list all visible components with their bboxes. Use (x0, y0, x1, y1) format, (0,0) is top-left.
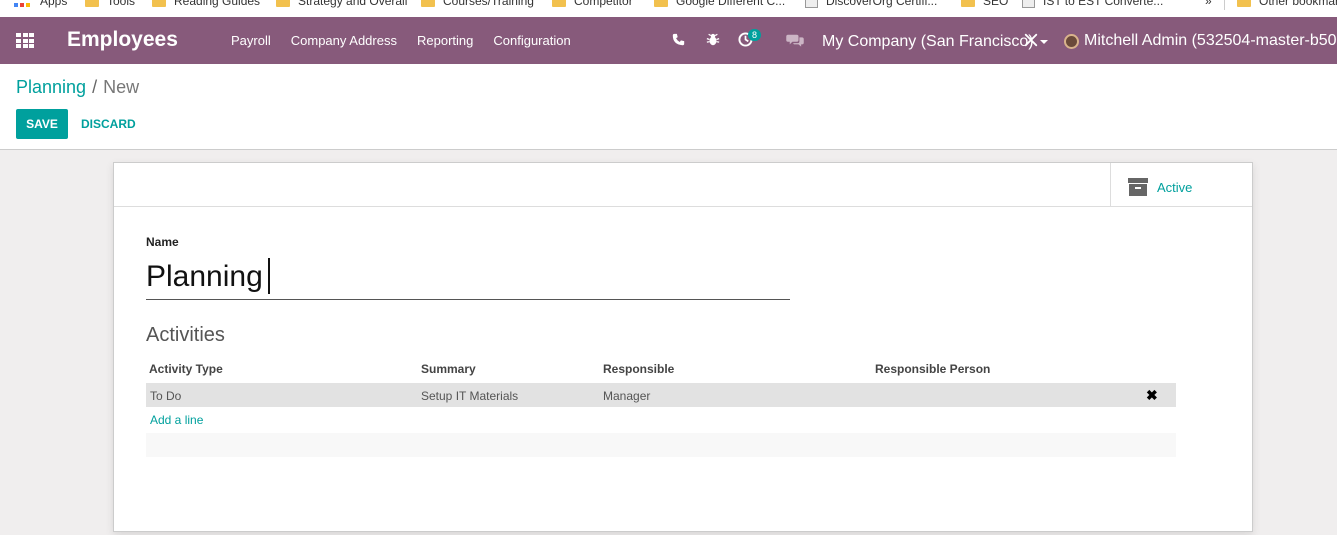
menu-company-address[interactable]: Company Address (291, 33, 397, 48)
cell-summary[interactable]: Setup IT Materials (421, 389, 518, 403)
main-navbar: Employees Payroll Company Address Report… (0, 17, 1337, 64)
bookmark-google[interactable]: Google Different C... (654, 0, 785, 8)
archive-icon (1128, 178, 1148, 196)
user-menu[interactable]: Mitchell Admin (532504-master-b5021b-all… (1064, 32, 1337, 50)
button-box: Active (114, 163, 1252, 207)
bookmark-other[interactable]: Other bookmarks (1237, 0, 1337, 8)
breadcrumb-current: New (103, 77, 140, 97)
bookmark-ist-converter[interactable]: IST to EST Converte... (1022, 0, 1163, 8)
bookmarks-overflow-chevron[interactable]: » (1205, 0, 1212, 8)
folder-icon (1237, 0, 1251, 7)
folder-icon (276, 0, 290, 7)
bookmarks-divider (1224, 0, 1225, 10)
text-cursor (268, 258, 270, 294)
activities-section-title: Activities (146, 324, 225, 346)
column-responsible-person[interactable]: Responsible Person (875, 362, 990, 376)
column-summary[interactable]: Summary (421, 362, 476, 376)
bookmarks-bar: Apps Tools Reading Guides Strategy and O… (0, 0, 1337, 17)
breadcrumb: Planning / New (16, 77, 139, 98)
phone-icon[interactable] (672, 33, 685, 51)
control-panel: Planning / New SAVE DISCARD (0, 64, 1337, 150)
add-line-link[interactable]: Add a line (150, 413, 203, 427)
folder-icon (152, 0, 166, 7)
delete-row-icon[interactable]: ✖ (1146, 387, 1158, 404)
activity-count-badge: 8 (748, 29, 762, 41)
menu-reporting[interactable]: Reporting (417, 33, 473, 48)
company-switcher[interactable]: My Company (San Francisco) (822, 33, 1048, 51)
table-empty-row (146, 433, 1176, 457)
menu-configuration[interactable]: Configuration (493, 33, 570, 48)
discard-button[interactable]: DISCARD (81, 117, 136, 131)
bookmark-discoverorg[interactable]: DiscoverOrg Certifi... (805, 0, 937, 8)
chat-icon[interactable] (786, 33, 804, 52)
bookmark-tools[interactable]: Tools (85, 0, 135, 8)
column-responsible[interactable]: Responsible (603, 362, 674, 376)
folder-icon (961, 0, 975, 7)
avatar (1064, 33, 1079, 49)
bookmark-strategy[interactable]: Strategy and Overall (276, 0, 407, 8)
page-icon (1022, 0, 1035, 8)
bookmark-competitor[interactable]: Competitor (552, 0, 633, 8)
app-menu-grid-icon[interactable] (16, 33, 34, 48)
folder-icon (421, 0, 435, 7)
breadcrumb-separator: / (92, 77, 98, 97)
folder-icon (654, 0, 668, 7)
menu-payroll[interactable]: Payroll (231, 33, 271, 48)
apps-grid-icon (14, 3, 30, 7)
folder-icon (85, 0, 99, 7)
bookmark-courses[interactable]: Courses/Training (421, 0, 534, 8)
cell-responsible[interactable]: Manager (603, 389, 650, 403)
name-input[interactable] (146, 255, 790, 300)
cell-activity-type[interactable]: To Do (150, 389, 181, 403)
bookmark-seo[interactable]: SEO (961, 0, 1008, 8)
app-title[interactable]: Employees (67, 28, 178, 52)
top-menu: Payroll Company Address Reporting Config… (231, 33, 591, 48)
page-icon (805, 0, 818, 8)
name-field-label: Name (146, 235, 179, 249)
bookmark-apps[interactable]: Apps (14, 0, 67, 8)
breadcrumb-parent[interactable]: Planning (16, 77, 86, 97)
column-activity-type[interactable]: Activity Type (149, 362, 223, 376)
save-button[interactable]: SAVE (16, 109, 68, 139)
table-row[interactable]: To Do Setup IT Materials Manager ✖ (146, 383, 1176, 407)
bug-icon[interactable] (706, 32, 720, 52)
active-toggle-button[interactable]: Active (1110, 163, 1252, 207)
debug-tools-icon[interactable] (1024, 33, 1038, 52)
chevron-down-icon (1039, 39, 1048, 44)
folder-icon (552, 0, 566, 7)
bookmark-reading-guides[interactable]: Reading Guides (152, 0, 260, 8)
form-sheet: Active Name Activities Activity Type Sum… (113, 162, 1253, 532)
active-label: Active (1157, 180, 1193, 195)
activities-table-header: Activity Type Summary Responsible Respon… (146, 359, 1176, 381)
